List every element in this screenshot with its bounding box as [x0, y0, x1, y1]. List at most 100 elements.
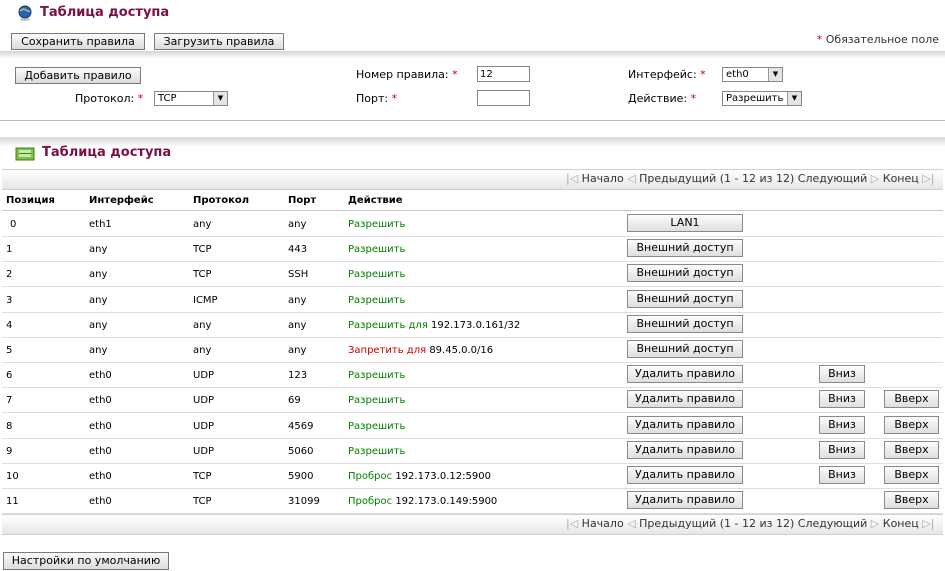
table-row: 6 eth0 UDP 123 Разрешить Удалить правило Вниз: [2, 362, 943, 389]
rule-group-button[interactable]: Внешний доступ: [627, 314, 743, 333]
page-title: Таблица доступа: [40, 5, 170, 20]
interface-label: Интерфейс: *: [628, 68, 706, 81]
protocol-cell: any: [193, 319, 212, 331]
pager-prev-link[interactable]: Предыдущий: [639, 172, 716, 185]
prev-page-icon: ◁: [627, 517, 636, 530]
position-cell: 1: [6, 244, 13, 256]
position-cell: 8: [6, 420, 13, 432]
move-up-button[interactable]: Вверх: [884, 390, 939, 409]
position-cell: 2: [6, 269, 13, 281]
move-up-button[interactable]: Вверх: [884, 491, 939, 510]
action-cell: Разрешить для 192.173.0.161/32: [348, 320, 520, 331]
delete-rule-button[interactable]: Удалить правило: [627, 365, 743, 384]
action-type: Разрешить: [348, 395, 406, 407]
last-page-icon: ▷|: [922, 172, 935, 185]
delete-rule-button[interactable]: Удалить правило: [627, 415, 743, 434]
table-row: 3 any ICMP any Разрешить Внешний доступ: [2, 287, 943, 313]
protocol-cell: TCP: [193, 471, 212, 482]
port-input[interactable]: [477, 90, 530, 106]
move-down-button[interactable]: Вниз: [819, 440, 865, 459]
table-row: 2 any TCP SSH Разрешить Внешний доступ: [2, 261, 943, 288]
port-cell: 4569: [288, 420, 314, 432]
table-row: 5 any any any Запретить для 89.45.0.0/16 Внеш…: [2, 337, 943, 363]
table-title: Таблица доступа: [42, 145, 172, 160]
interface-cell: any: [89, 294, 108, 306]
table-row: 8 eth0 UDP 4569 Разрешить Удалить правило Вниз…: [2, 413, 943, 439]
delete-rule-button[interactable]: Удалить правило: [627, 491, 743, 510]
rule-group-button[interactable]: LAN1: [627, 214, 743, 232]
first-page-icon: |◁: [566, 172, 579, 185]
pager-range: (1 - 12 из 12): [719, 517, 795, 530]
action-cell: Разрешить: [348, 395, 405, 406]
move-up-button[interactable]: Вверх: [884, 415, 939, 434]
move-down-button[interactable]: Вниз: [819, 466, 865, 484]
move-down-button[interactable]: Вниз: [819, 415, 865, 434]
pager-next-link[interactable]: Следующий: [798, 517, 868, 530]
protocol-cell: ICMP: [193, 294, 218, 306]
action-cell: Разрешить: [348, 295, 405, 306]
interface-cell: eth0: [89, 420, 112, 432]
protocol-select[interactable]: TCP ▼: [154, 91, 228, 106]
action-cell: Разрешить: [348, 269, 405, 280]
protocol-cell: UDP: [193, 445, 215, 457]
defaults-button[interactable]: Настройки по умолчанию: [3, 552, 169, 570]
interface-cell: any: [89, 269, 108, 281]
pager-first-link[interactable]: Начало: [582, 172, 624, 185]
action-cell: Разрешить: [348, 370, 405, 381]
table-row: 1 any TCP 443 Разрешить Внешний доступ: [2, 236, 943, 263]
rule-group-button[interactable]: Внешний доступ: [627, 264, 743, 283]
save-rules-button[interactable]: Сохранить правила: [11, 33, 145, 50]
move-down-button[interactable]: Вниз: [819, 390, 865, 409]
rule-group-button[interactable]: Внешний доступ: [627, 340, 743, 358]
port-cell: any: [288, 219, 307, 230]
interface-cell: eth0: [89, 370, 112, 382]
port-cell: any: [288, 319, 307, 331]
action-target: 192.173.0.12:5900: [395, 471, 491, 482]
table-row: 11 eth0 TCP 31099 Проброс 192.173.0.149:5900…: [2, 488, 943, 515]
rule-group-button[interactable]: Внешний доступ: [627, 239, 743, 258]
pager-next-link[interactable]: Следующий: [798, 172, 868, 185]
rule-number-input[interactable]: [477, 66, 530, 82]
table-row: 9 eth0 UDP 5060 Разрешить Удалить правило Вниз…: [2, 438, 943, 464]
next-page-icon: ▷: [870, 172, 880, 185]
action-select[interactable]: Разрешить ▼: [722, 91, 802, 106]
action-cell: Проброс 192.173.0.149:5900: [348, 496, 497, 507]
required-field-note: * Обязательное поле: [817, 33, 939, 46]
column-header-port: Порт: [288, 195, 317, 206]
position-cell: 11: [6, 496, 19, 508]
load-rules-button[interactable]: Загрузить правила: [154, 33, 284, 50]
action-type: Разрешить: [348, 445, 406, 457]
action-type: Разрешить: [348, 269, 406, 281]
action-type: Разрешить для: [348, 319, 428, 331]
protocol-cell: UDP: [193, 370, 215, 382]
action-cell: Разрешить: [348, 446, 405, 457]
move-up-button[interactable]: Вверх: [884, 440, 939, 459]
action-cell: Разрешить: [348, 219, 405, 230]
move-down-button[interactable]: Вниз: [819, 365, 865, 384]
pager-last-link[interactable]: Конец: [883, 172, 919, 185]
table-row: 0 eth1 any any Разрешить LAN1: [2, 211, 943, 237]
interface-cell: eth0: [89, 471, 112, 482]
port-cell: any: [288, 294, 307, 306]
port-cell: 69: [288, 395, 301, 407]
pager-first-link[interactable]: Начало: [582, 517, 624, 530]
interface-cell: eth1: [89, 219, 112, 230]
delete-rule-button[interactable]: Удалить правило: [627, 390, 743, 409]
action-type: Разрешить: [348, 370, 406, 382]
delete-rule-button[interactable]: Удалить правило: [627, 466, 743, 484]
add-rule-button[interactable]: Добавить правило: [15, 67, 141, 84]
protocol-cell: TCP: [193, 269, 212, 281]
required-asterisk: *: [816, 33, 823, 46]
interface-select[interactable]: eth0 ▼: [722, 67, 783, 82]
port-cell: 443: [288, 244, 308, 256]
port-cell: any: [288, 345, 307, 356]
rule-group-button[interactable]: Внешний доступ: [627, 289, 743, 308]
table-row: 10 eth0 TCP 5900 Проброс 192.173.0.12:5900 Уд…: [2, 463, 943, 489]
protocol-cell: TCP: [193, 244, 212, 256]
pager-prev-link[interactable]: Предыдущий: [639, 517, 716, 530]
delete-rule-button[interactable]: Удалить правило: [627, 440, 743, 459]
move-up-button[interactable]: Вверх: [884, 466, 939, 484]
pager-last-link[interactable]: Конец: [883, 517, 919, 530]
position-cell: 9: [6, 445, 13, 457]
column-header-position: Позиция: [6, 195, 55, 206]
